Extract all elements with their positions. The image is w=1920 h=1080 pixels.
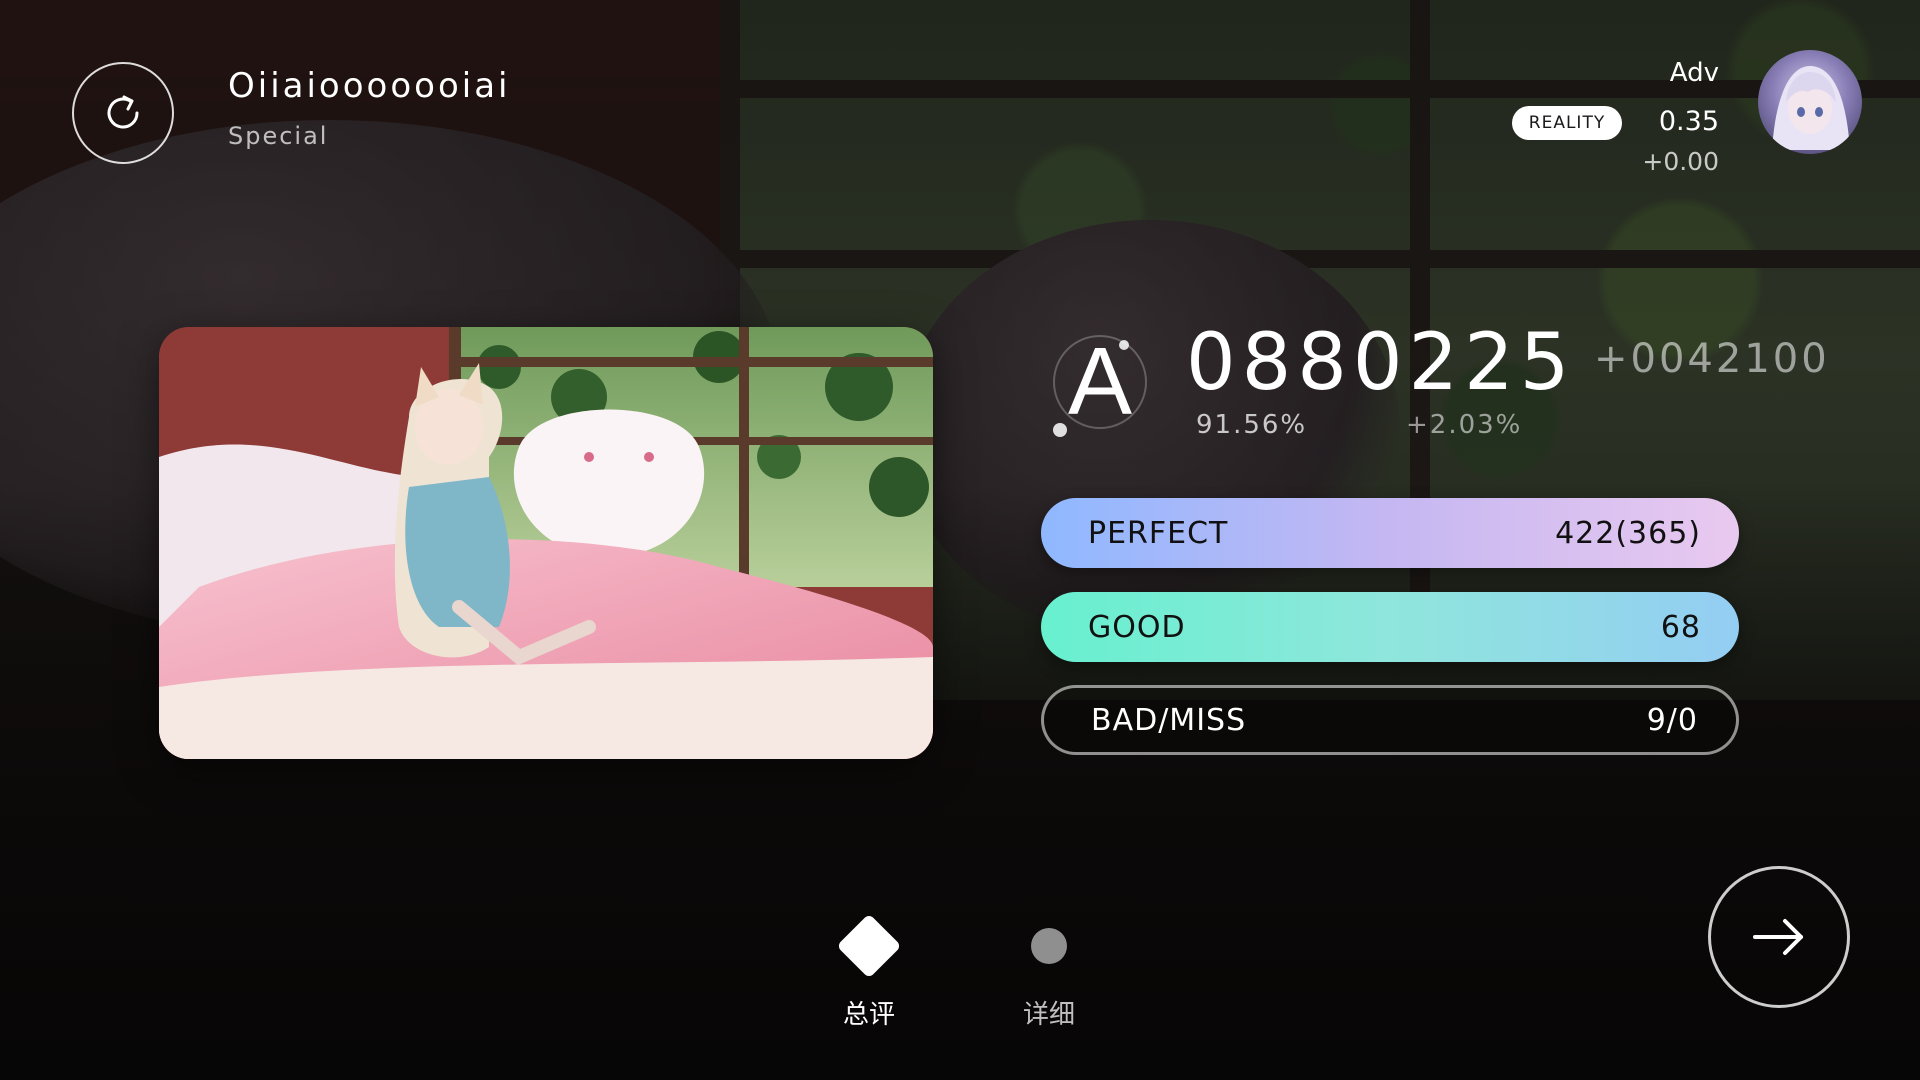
tab-overview[interactable]: 总评 <box>809 906 929 1031</box>
bad-miss-value: 9/0 <box>1646 702 1698 738</box>
score-value: 0880225 <box>1186 318 1576 408</box>
perfect-count-bar: PERFECT 422(365) <box>1041 498 1739 568</box>
good-value: 68 <box>1660 609 1701 645</box>
illustration-art <box>159 327 933 759</box>
perfect-value: 422(365) <box>1555 515 1701 551</box>
tab-detail-label: 详细 <box>1022 1000 1075 1030</box>
perfect-label: PERFECT <box>1088 515 1229 551</box>
player-badge: REALITY <box>1512 106 1622 140</box>
grade-letter: A <box>1068 328 1132 435</box>
bad-miss-label: BAD/MISS <box>1091 702 1247 738</box>
diamond-tab-icon <box>836 913 902 979</box>
player-rks-delta: +0.00 <box>1642 147 1719 176</box>
score-delta: +0042100 <box>1594 336 1830 382</box>
accuracy-delta: +2.03% <box>1406 410 1523 440</box>
song-difficulty: Special <box>228 122 329 150</box>
player-name: Adv <box>1669 58 1719 88</box>
song-title: Oiiaiooooooiai <box>228 66 511 106</box>
avatar-portrait <box>1772 66 1850 150</box>
song-illustration <box>159 327 933 759</box>
accuracy-value: 91.56% <box>1196 410 1308 440</box>
tab-overview-label: 总评 <box>842 1000 895 1030</box>
next-button[interactable] <box>1708 866 1850 1008</box>
bad-miss-count-bar: BAD/MISS 9/0 <box>1041 685 1739 755</box>
good-count-bar: GOOD 68 <box>1041 592 1739 662</box>
good-label: GOOD <box>1088 609 1186 645</box>
next-arrow-icon <box>1753 919 1803 955</box>
grade-mark: A <box>1053 328 1147 437</box>
dot-tab-icon <box>1031 928 1067 964</box>
grade-badge: A <box>1040 322 1160 442</box>
tab-detail[interactable]: 详细 <box>989 906 1109 1031</box>
retry-button[interactable] <box>72 62 174 164</box>
retry-icon <box>107 95 139 129</box>
avatar[interactable] <box>1758 50 1862 154</box>
player-rks: 0.35 <box>1658 106 1719 137</box>
